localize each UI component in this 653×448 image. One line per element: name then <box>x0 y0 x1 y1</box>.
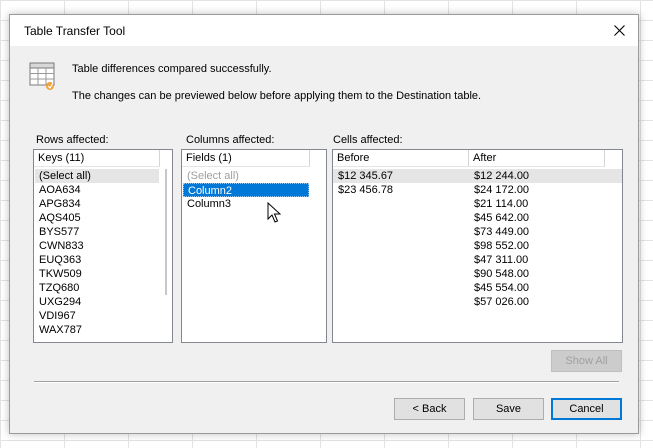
save-button[interactable]: Save <box>473 398 544 420</box>
show-all-button[interactable]: Show All <box>551 350 622 372</box>
cancel-button[interactable]: Cancel <box>551 398 622 420</box>
after-cell[interactable]: $57 026.00 <box>470 295 529 309</box>
list-item[interactable]: APG834 <box>35 197 81 211</box>
close-button[interactable] <box>600 15 638 46</box>
after-cell[interactable]: $24 172.00 <box>470 183 529 197</box>
close-icon <box>613 25 625 36</box>
rows-listbox[interactable]: Keys (11) (Select all) AOA634 APG834 AQS… <box>33 149 173 343</box>
cells-affected-label: Cells affected: <box>333 134 403 146</box>
after-cell[interactable]: $45 554.00 <box>470 281 529 295</box>
after-cell[interactable]: $21 114.00 <box>470 197 528 211</box>
table-transfer-dialog: Table Transfer Tool Table differences co… <box>9 14 639 434</box>
rows-scrollbar[interactable] <box>160 167 172 342</box>
divider <box>34 381 619 383</box>
after-cell[interactable]: $90 548.00 <box>470 267 529 281</box>
before-cell[interactable]: $12 345.67 <box>334 169 393 183</box>
list-item[interactable]: AQS405 <box>35 211 81 225</box>
after-cell[interactable]: $47 311.00 <box>470 253 528 267</box>
after-cell[interactable]: $12 244.00 <box>470 169 529 183</box>
status-message: Table differences compared successfully. <box>72 63 272 75</box>
scrollbar-thumb[interactable] <box>165 169 167 295</box>
keys-column-header[interactable]: Keys (11) <box>34 150 160 167</box>
list-item[interactable]: CWN833 <box>35 239 84 253</box>
after-cell[interactable]: $73 449.00 <box>470 225 529 239</box>
before-cell[interactable]: $23 456.78 <box>334 183 393 197</box>
list-item[interactable]: TZQ680 <box>35 281 79 295</box>
list-item-selected[interactable]: Column2 <box>183 183 309 197</box>
before-column-header[interactable]: Before <box>333 150 469 167</box>
mouse-pointer-icon <box>267 202 281 223</box>
table-icon <box>29 62 55 90</box>
back-button[interactable]: < Back <box>394 398 465 420</box>
list-item[interactable]: Column3 <box>183 197 231 211</box>
list-item[interactable]: EUQ363 <box>35 253 81 267</box>
list-item[interactable]: UXG294 <box>35 295 81 309</box>
dialog-title: Table Transfer Tool <box>24 24 126 38</box>
list-item[interactable]: (Select all) <box>35 169 159 183</box>
after-cell[interactable]: $98 552.00 <box>470 239 529 253</box>
after-cell[interactable]: $45 642.00 <box>470 211 529 225</box>
list-item[interactable]: BYS577 <box>35 225 79 239</box>
list-item[interactable]: VDI967 <box>35 309 76 323</box>
title-bar: Table Transfer Tool <box>10 15 638 46</box>
columns-affected-label: Columns affected: <box>186 134 275 146</box>
info-message: The changes can be previewed below befor… <box>72 90 482 102</box>
list-item[interactable]: (Select all) <box>183 169 239 183</box>
fields-column-header[interactable]: Fields (1) <box>182 150 310 167</box>
rows-affected-label: Rows affected: <box>36 134 109 146</box>
list-item[interactable]: AOA634 <box>35 183 81 197</box>
list-item[interactable]: TKW509 <box>35 267 82 281</box>
list-item[interactable]: WAX787 <box>35 323 82 337</box>
columns-listbox[interactable]: Fields (1) (Select all) Column2 Column3 <box>181 149 327 343</box>
after-column-header[interactable]: After <box>469 150 605 167</box>
cells-listview[interactable]: Before After $12 345.67 $23 456.78 $12 2… <box>332 149 623 343</box>
